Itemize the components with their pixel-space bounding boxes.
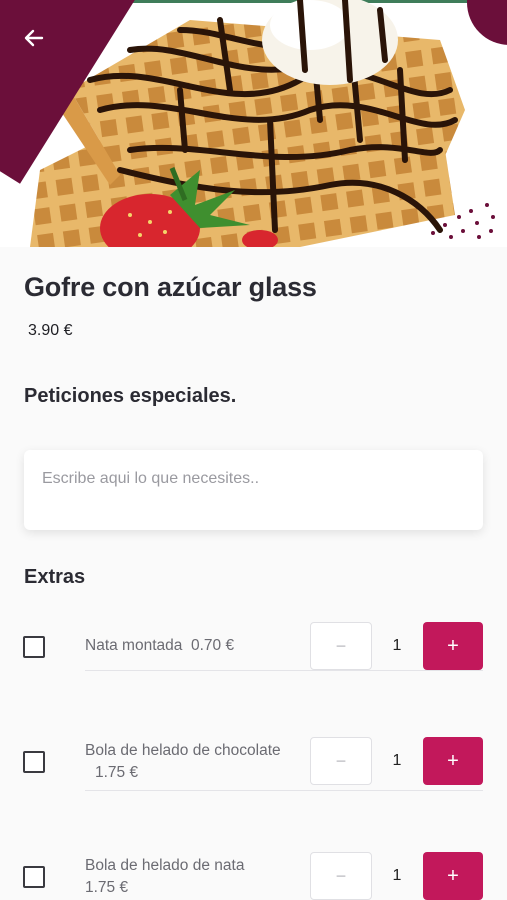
extras-heading: Extras: [24, 566, 86, 588]
extra-checkbox[interactable]: [23, 866, 45, 888]
extra-checkbox[interactable]: [23, 751, 45, 773]
extra-item: Nata montada 0.70 € − 1 +: [0, 620, 507, 700]
product-image: [0, 0, 507, 247]
extra-divider: [85, 790, 483, 791]
increase-button[interactable]: +: [423, 852, 483, 900]
special-requests-input[interactable]: [24, 450, 483, 530]
extra-price: 0.70 €: [191, 637, 235, 654]
extra-divider: [85, 670, 483, 671]
product-title: Gofre con azúcar glass: [24, 272, 317, 302]
special-requests-heading: Peticiones especiales.: [24, 385, 237, 407]
minus-icon: −: [335, 865, 347, 886]
extra-name: Bola de helado de chocolate: [85, 742, 281, 759]
special-requests-box: [24, 450, 483, 530]
increase-button[interactable]: +: [423, 622, 483, 670]
back-button[interactable]: [16, 20, 52, 56]
extra-item: Bola de helado de chocolate 1.75 € − 1 +: [0, 736, 507, 816]
decorative-dots: [429, 201, 499, 241]
decrease-button[interactable]: −: [310, 622, 372, 670]
quantity-value: 1: [392, 637, 402, 654]
arrow-left-icon: [24, 29, 44, 47]
extra-label: Bola de helado de chocolate 1.75 €: [85, 740, 281, 784]
decrease-button[interactable]: −: [310, 852, 372, 900]
extra-label: Nata montada 0.70 €: [85, 635, 234, 657]
product-price: 3.90 €: [28, 322, 73, 339]
minus-icon: −: [335, 750, 347, 771]
quantity-value: 1: [392, 752, 402, 769]
extra-checkbox[interactable]: [23, 636, 45, 658]
quantity-value: 1: [392, 867, 402, 884]
plus-icon: +: [447, 864, 459, 887]
plus-icon: +: [447, 634, 459, 657]
decrease-button[interactable]: −: [310, 737, 372, 785]
minus-icon: −: [335, 635, 347, 656]
extra-price: 1.75 €: [95, 764, 139, 781]
extra-item: Bola de helado de nata 1.75 € − 1 +: [0, 851, 507, 900]
extra-name: Bola de helado de nata: [85, 857, 245, 874]
extra-label: Bola de helado de nata 1.75 €: [85, 855, 244, 899]
extra-name: Nata montada: [85, 637, 183, 654]
increase-button[interactable]: +: [423, 737, 483, 785]
extra-price: 1.75 €: [85, 879, 129, 896]
plus-icon: +: [447, 749, 459, 772]
